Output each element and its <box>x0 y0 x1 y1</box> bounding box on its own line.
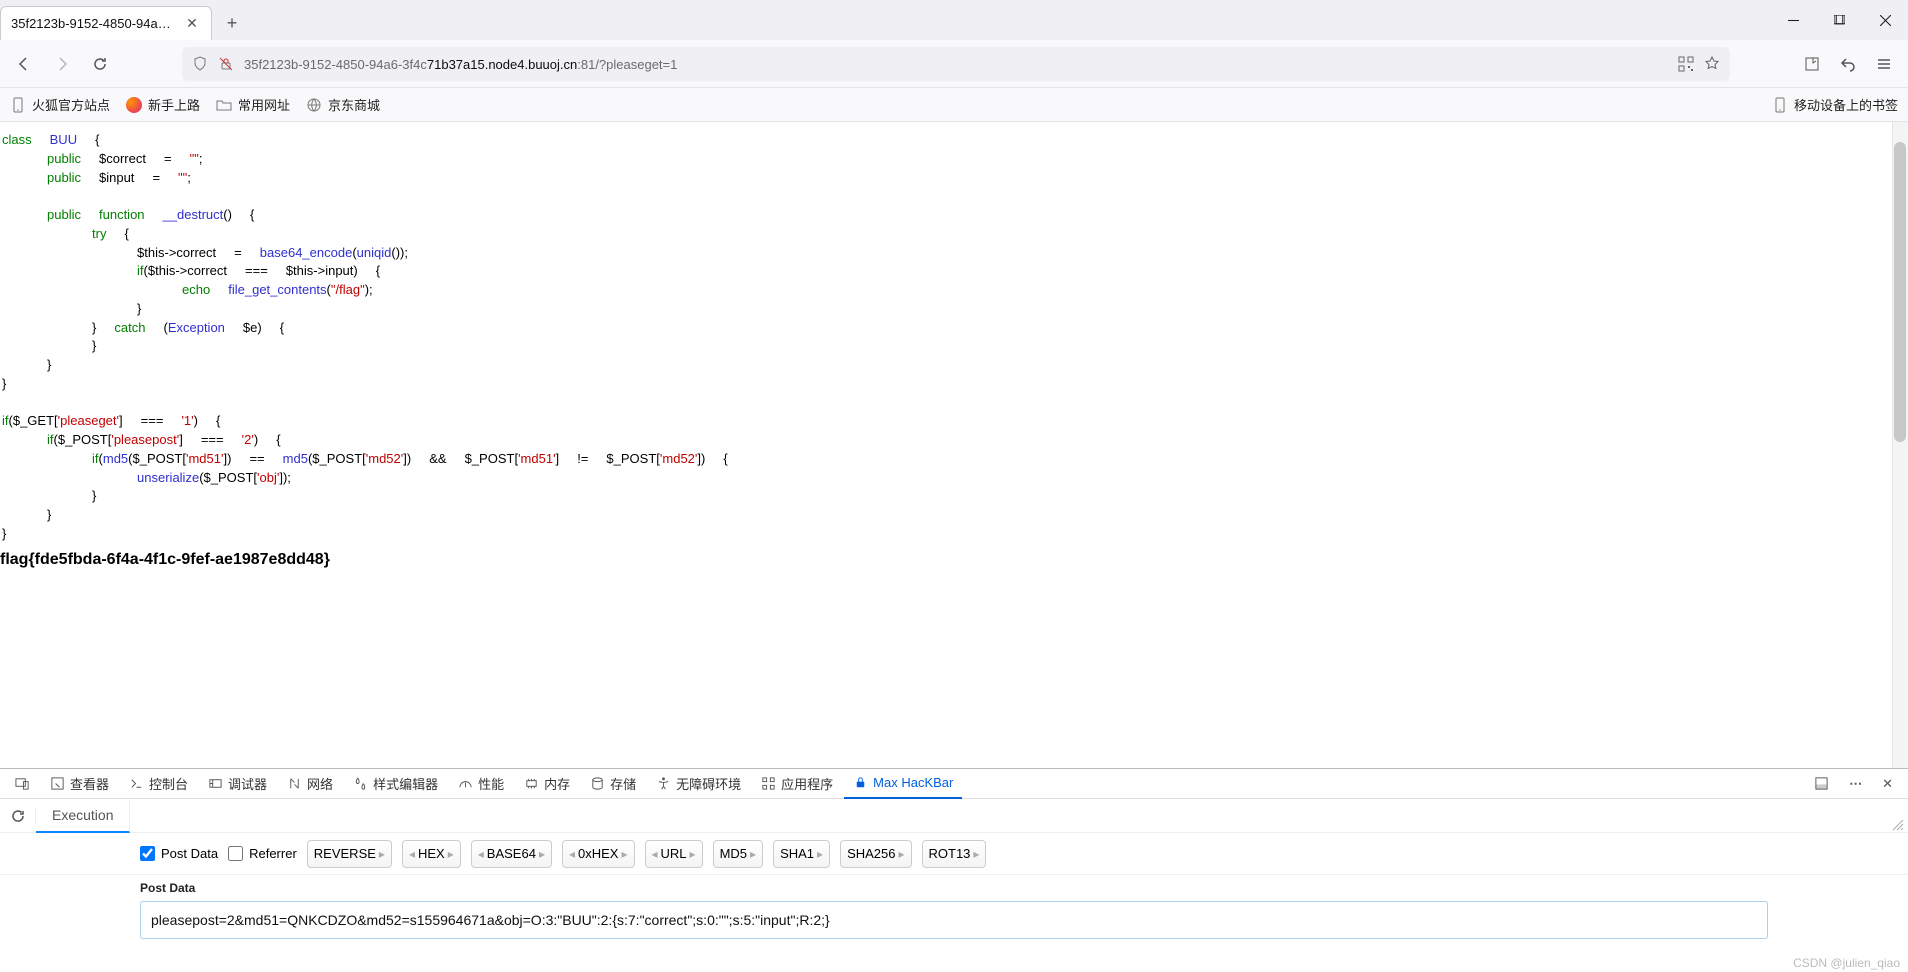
encoder-row: Post Data Referrer REVERSE▸ ◂HEX▸ ◂BASE6… <box>0 833 1908 875</box>
tab-hackbar[interactable]: Max HacKBar <box>844 769 962 799</box>
hackbar-reload-icon[interactable] <box>0 808 36 824</box>
tab-close-icon[interactable]: ✕ <box>184 16 200 32</box>
lock-strike-icon <box>218 56 234 72</box>
undo-icon[interactable] <box>1832 48 1864 80</box>
base64-button[interactable]: ◂BASE64▸ <box>471 840 552 868</box>
execution-input[interactable] <box>130 799 1908 833</box>
devtools-more-icon[interactable]: ⋯ <box>1840 769 1871 799</box>
dock-icon[interactable] <box>1805 769 1838 799</box>
tab-application[interactable]: 应用程序 <box>752 769 842 799</box>
screenshot-icon[interactable] <box>1796 48 1828 80</box>
post-data-checkbox[interactable]: Post Data <box>140 846 218 861</box>
forward-button[interactable] <box>46 48 78 80</box>
php-source-code: class BUU { public $correct = ""; public… <box>0 132 1904 545</box>
mobile-bookmarks[interactable]: 移动设备上的书签 <box>1772 95 1898 114</box>
a11y-icon <box>656 776 671 791</box>
url-text: 35f2123b-9152-4850-94a6-3f4c71b37a15.nod… <box>244 56 1668 72</box>
flag-output: flag{fde5fbda-6f4a-4f1c-9fef-ae1987e8dd4… <box>0 545 1904 569</box>
style-icon <box>353 776 368 791</box>
execution-tab[interactable]: Execution <box>36 799 130 833</box>
tab-network[interactable]: 网络 <box>278 769 342 799</box>
tab-title: 35f2123b-9152-4850-94a6-3f4c71b37a15 <box>11 16 176 31</box>
firefox-icon <box>126 97 142 113</box>
reload-button[interactable] <box>84 48 116 80</box>
tab-style-editor[interactable]: 样式编辑器 <box>344 769 447 799</box>
debugger-icon <box>208 776 223 791</box>
bookmark-star-icon[interactable] <box>1704 56 1720 72</box>
minimize-icon[interactable] <box>1770 0 1816 40</box>
md5-button[interactable]: MD5▸ <box>713 840 763 868</box>
resize-grip-icon <box>1892 819 1904 831</box>
devtools-close-icon[interactable]: ✕ <box>1873 769 1902 799</box>
tab-accessibility[interactable]: 无障碍环境 <box>647 769 750 799</box>
new-tab-button[interactable]: + <box>218 6 246 40</box>
sha1-button[interactable]: SHA1▸ <box>773 840 830 868</box>
bookmarks-bar: 火狐官方站点 新手上路 常用网址 京东商城 移动设备上的书签 <box>0 88 1908 122</box>
url-button[interactable]: ◂URL▸ <box>645 840 703 868</box>
lock-icon <box>853 775 868 790</box>
bookmark-item[interactable]: 京东商城 <box>306 95 380 114</box>
menu-icon[interactable] <box>1868 48 1900 80</box>
bookmark-item[interactable]: 新手上路 <box>126 95 200 114</box>
network-icon <box>287 776 302 791</box>
watermark: CSDN @julien_qiao <box>1793 956 1900 970</box>
browser-tab[interactable]: 35f2123b-9152-4850-94a6-3f4c71b37a15 ✕ <box>0 6 212 40</box>
back-button[interactable] <box>8 48 40 80</box>
globe-icon <box>306 97 322 113</box>
referrer-checkbox[interactable]: Referrer <box>228 846 297 861</box>
post-data-label: Post Data <box>140 881 1768 895</box>
tab-debugger[interactable]: 调试器 <box>199 769 276 799</box>
reverse-button[interactable]: REVERSE▸ <box>307 840 392 868</box>
perf-icon <box>458 776 473 791</box>
post-data-input[interactable] <box>140 901 1768 939</box>
maximize-icon[interactable] <box>1816 0 1862 40</box>
tab-inspector[interactable]: 查看器 <box>41 769 118 799</box>
folder-icon <box>216 97 232 113</box>
mobile-icon <box>1772 97 1788 113</box>
bookmark-item[interactable]: 常用网址 <box>216 95 290 114</box>
tab-console[interactable]: 控制台 <box>120 769 197 799</box>
memory-icon <box>524 776 539 791</box>
storage-icon <box>590 776 605 791</box>
devtools-panel: 查看器 控制台 调试器 网络 样式编辑器 性能 内存 存储 无障碍环境 应用程序… <box>0 768 1908 972</box>
responsive-mode-icon[interactable] <box>6 769 39 799</box>
ohex-button[interactable]: ◂0xHEX▸ <box>562 840 635 868</box>
window-controls <box>1770 0 1908 40</box>
shield-icon <box>192 56 208 72</box>
console-icon <box>129 776 144 791</box>
tab-memory[interactable]: 内存 <box>515 769 579 799</box>
tab-performance[interactable]: 性能 <box>449 769 513 799</box>
qr-icon[interactable] <box>1678 56 1694 72</box>
tab-storage[interactable]: 存储 <box>581 769 645 799</box>
nav-toolbar: 35f2123b-9152-4850-94a6-3f4c71b37a15.nod… <box>0 40 1908 88</box>
app-icon <box>761 776 776 791</box>
devtools-tab-bar: 查看器 控制台 调试器 网络 样式编辑器 性能 内存 存储 无障碍环境 应用程序… <box>0 769 1908 799</box>
rot13-button[interactable]: ROT13▸ <box>922 840 987 868</box>
tab-strip: 35f2123b-9152-4850-94a6-3f4c71b37a15 ✕ + <box>0 0 1908 40</box>
mobile-icon <box>10 97 26 113</box>
page-body: class BUU { public $correct = ""; public… <box>0 122 1908 768</box>
inspector-icon <box>50 776 65 791</box>
bookmark-item[interactable]: 火狐官方站点 <box>10 95 110 114</box>
page-scrollbar[interactable] <box>1892 122 1908 768</box>
url-bar[interactable]: 35f2123b-9152-4850-94a6-3f4c71b37a15.nod… <box>182 47 1730 81</box>
sha256-button[interactable]: SHA256▸ <box>840 840 911 868</box>
hex-button[interactable]: ◂HEX▸ <box>402 840 461 868</box>
close-icon[interactable] <box>1862 0 1908 40</box>
